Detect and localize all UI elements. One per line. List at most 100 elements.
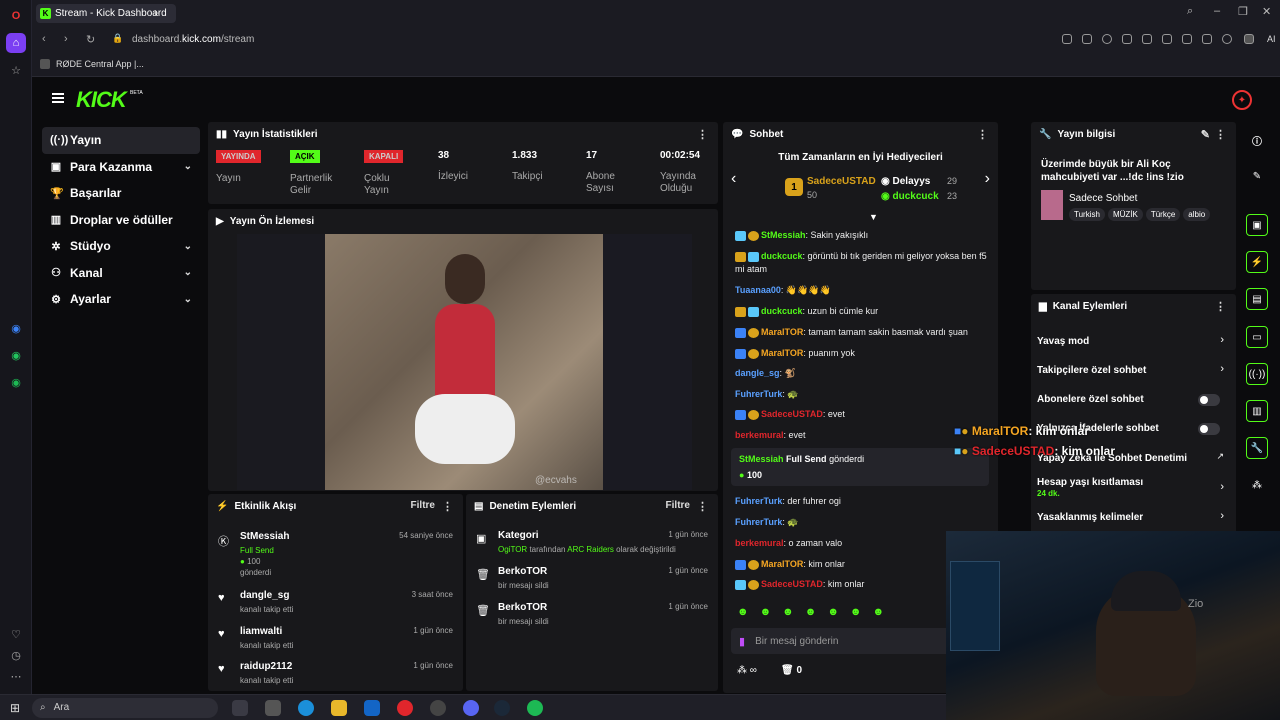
obs-icon[interactable]	[430, 700, 446, 716]
nav-item-para-kazanma[interactable]: ▣ Para Kazanma ⌄	[42, 154, 200, 181]
nav-item-studyo[interactable]: ✲ Stüdyo ⌄	[42, 233, 200, 260]
star-icon[interactable]: ☆	[6, 60, 26, 80]
url-field[interactable]: dashboard.kick.com/stream	[132, 34, 254, 45]
activity-user[interactable]: dangle_sg	[240, 590, 289, 601]
more-options-icon[interactable]: ⋮	[697, 128, 708, 141]
action-followers-only[interactable]: Takipçilere özel sohbet	[1037, 365, 1227, 376]
whatsapp-icon[interactable]: ◉	[6, 345, 26, 365]
windows-start-icon[interactable]: ⊞	[10, 701, 20, 715]
lightning-icon[interactable]: ⚡	[1246, 251, 1268, 273]
menu-icon[interactable]	[1202, 34, 1212, 44]
more-options-icon[interactable]: ⋮	[442, 500, 453, 513]
taskbar-search[interactable]: ⌕ Ara	[32, 698, 218, 718]
reload-icon[interactable]: ↻	[86, 33, 95, 46]
bookmark-heart-icon[interactable]	[1142, 34, 1152, 44]
history-icon[interactable]: ◷	[6, 645, 26, 665]
chat-user[interactable]: FuhrerTurk	[735, 517, 782, 527]
spotify-icon[interactable]	[527, 700, 543, 716]
chevron-right-icon[interactable]: ›	[1220, 481, 1224, 493]
minimize-icon[interactable]: –	[1214, 5, 1220, 17]
opera-icon[interactable]	[397, 700, 413, 716]
back-icon[interactable]: ‹	[42, 33, 46, 45]
camera-icon[interactable]	[1082, 34, 1092, 44]
stream-preview[interactable]: @ecvahs	[237, 234, 692, 490]
chat-user[interactable]: SadeceUSTAD	[761, 579, 823, 589]
chat-user[interactable]: MaralTOR	[761, 327, 803, 337]
chat-bubble-icon[interactable]: ▭	[1246, 326, 1268, 348]
profile-icon[interactable]	[1222, 34, 1232, 44]
emote-icon[interactable]: ☻	[850, 606, 862, 618]
trash-icon[interactable]: ▥	[1246, 400, 1268, 422]
opera-logo-icon[interactable]: O	[6, 6, 26, 26]
wrench-icon[interactable]: 🔧	[1246, 437, 1268, 459]
collapse-icon[interactable]: ▼	[869, 212, 878, 222]
widgets-icon[interactable]	[265, 700, 281, 716]
emote-icon[interactable]: ☻	[737, 606, 749, 618]
file-explorer-icon[interactable]	[331, 700, 347, 716]
edge-icon[interactable]	[298, 700, 314, 716]
messenger-icon[interactable]: ◉	[6, 318, 26, 338]
nav-item-ayarlar[interactable]: ⚙ Ayarlar ⌄	[42, 286, 200, 313]
chat-user[interactable]: SadeceUSTAD	[761, 409, 823, 419]
download-icon[interactable]	[1182, 34, 1192, 44]
maximize-icon[interactable]: ❐	[1238, 5, 1248, 18]
nav-item-kanal[interactable]: ⚇ Kanal ⌄	[42, 260, 200, 287]
chevron-right-icon[interactable]: ›	[1220, 363, 1224, 375]
kick-logo[interactable]: KICK	[76, 87, 127, 113]
top-gifter-2[interactable]: ◉ Delayys	[881, 176, 930, 187]
qr-icon[interactable]: ▣	[1246, 214, 1268, 236]
ai-button[interactable]: AI	[1267, 34, 1276, 44]
chat-user[interactable]: berkemural	[735, 538, 784, 548]
activity-user[interactable]: StMessiah	[240, 531, 289, 542]
nav-item-basarilar[interactable]: 🏆 Başarılar	[42, 180, 200, 207]
points-icon[interactable]: ⁂ ∞	[737, 665, 757, 676]
action-slow-mode[interactable]: Yavaş mod	[1037, 336, 1227, 347]
top-gifter-3[interactable]: ◉ duckcuck	[881, 191, 939, 202]
wallet-icon[interactable]	[1162, 34, 1172, 44]
emote-icon[interactable]: ☻	[805, 606, 817, 618]
emote-icon[interactable]: ☻	[872, 606, 884, 618]
send-icon[interactable]	[1122, 34, 1132, 44]
chat-user[interactable]: duckcuck	[761, 251, 803, 261]
hamburger-icon[interactable]	[52, 93, 64, 103]
steam-icon[interactable]	[494, 700, 510, 716]
more-options-icon[interactable]: ⋮	[697, 500, 708, 513]
chevron-right-icon[interactable]: ›	[1220, 510, 1224, 522]
shield-icon[interactable]	[1102, 34, 1112, 44]
external-link-icon[interactable]: ↗	[1216, 451, 1224, 462]
chat-user[interactable]: FuhrerTurk	[735, 389, 782, 399]
share-icon[interactable]: ⁂	[1246, 474, 1268, 496]
outlook-icon[interactable]	[364, 700, 380, 716]
close-icon[interactable]: ✕	[1262, 5, 1271, 18]
gift-user[interactable]: StMessiah	[739, 454, 784, 464]
heart-icon[interactable]: ♡	[6, 624, 26, 644]
top-gifter-1[interactable]: SadeceUSTAD	[807, 176, 876, 187]
document-icon[interactable]: ▤	[1246, 288, 1268, 310]
tag[interactable]: Türkçe	[1145, 208, 1181, 221]
edit-icon[interactable]: ✎	[1201, 128, 1210, 141]
emote-icon[interactable]: ☻	[782, 606, 794, 618]
home-icon[interactable]: ⌂	[6, 33, 26, 53]
pencil-icon[interactable]: ✎	[1246, 165, 1268, 187]
mic-icon[interactable]: ▮	[739, 635, 745, 648]
tag[interactable]: albio	[1183, 208, 1211, 221]
more-options-icon[interactable]: ⋮	[1215, 300, 1226, 313]
discord-icon[interactable]	[463, 700, 479, 716]
chat-user[interactable]: Tuaanaa00	[735, 285, 781, 295]
activity-user[interactable]: liamwalti	[240, 626, 282, 637]
tag[interactable]: Turkish	[1069, 208, 1105, 221]
category-name[interactable]: Sadece Sohbet	[1069, 193, 1137, 204]
action-banned-words[interactable]: Yasaklanmış kelimeler	[1037, 512, 1227, 523]
tag[interactable]: MÜZİK	[1107, 208, 1143, 221]
activity-user[interactable]: raidup2112	[240, 661, 292, 672]
chevron-right-icon[interactable]: ›	[1220, 334, 1224, 346]
activity-filter-button[interactable]: Filtre	[411, 500, 435, 511]
more-options-icon[interactable]: ⋮	[977, 128, 988, 141]
chat-user[interactable]: dangle_sg	[735, 368, 780, 378]
extension-icon[interactable]	[1244, 34, 1254, 44]
subscribers-only-toggle[interactable]	[1198, 394, 1220, 406]
bookmark-rode[interactable]: RØDE Central App |...	[40, 59, 144, 69]
more-options-icon[interactable]: ⋮	[1215, 128, 1226, 141]
user-avatar[interactable]: ✦	[1232, 90, 1252, 110]
emotes-only-toggle[interactable]	[1198, 423, 1220, 435]
